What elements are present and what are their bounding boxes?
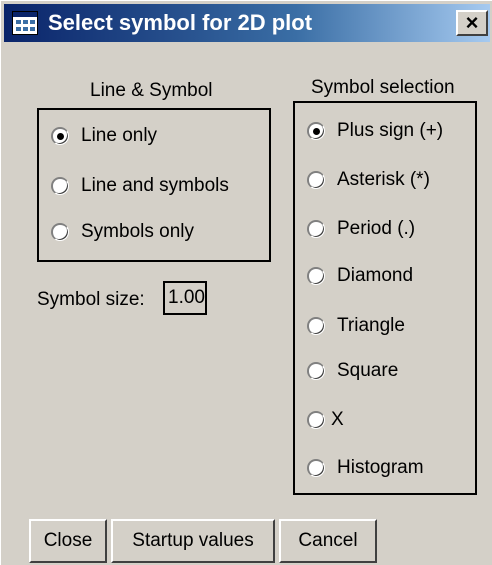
radio-button-icon[interactable] — [307, 459, 325, 477]
radio-label: Line only — [81, 125, 158, 146]
radio-triangle[interactable]: Triangle — [307, 312, 405, 340]
radio-line-and-symbols[interactable]: Line and symbols — [51, 172, 229, 200]
radio-x[interactable]: X — [307, 406, 344, 434]
line-symbol-group: Line only Line and symbols Symbols only — [37, 108, 271, 262]
title-bar[interactable]: Select symbol for 2D plot × — [4, 4, 490, 42]
radio-label: Diamond — [337, 265, 414, 286]
symbol-selection-group: Plus sign (+) Asterisk (*) Period (.) Di… — [293, 101, 477, 495]
startup-values-button[interactable]: Startup values — [111, 519, 275, 563]
radio-button-icon[interactable] — [307, 411, 325, 429]
symbol-size-label: Symbol size: — [37, 289, 145, 310]
radio-label: Line and symbols — [81, 175, 229, 196]
radio-button-icon[interactable] — [307, 171, 325, 189]
dialog-window: Select symbol for 2D plot × Line & Symbo… — [0, 0, 492, 565]
close-icon: × — [465, 10, 479, 35]
radio-label: Square — [337, 360, 399, 381]
radio-button-icon[interactable] — [307, 317, 325, 335]
radio-button-icon[interactable] — [307, 267, 325, 285]
window-title: Select symbol for 2D plot — [48, 10, 313, 35]
line-symbol-group-label: Line & Symbol — [90, 80, 213, 101]
radio-button-icon[interactable] — [307, 362, 325, 380]
close-window-button[interactable]: × — [456, 10, 488, 36]
radio-button-icon[interactable] — [307, 220, 325, 238]
radio-label: X — [331, 409, 344, 430]
radio-label: Triangle — [337, 315, 405, 336]
radio-line-only[interactable]: Line only — [51, 122, 157, 150]
radio-histogram[interactable]: Histogram — [307, 454, 424, 482]
radio-label: Symbols only — [81, 221, 194, 242]
radio-button-icon[interactable] — [307, 122, 325, 140]
radio-button-icon[interactable] — [51, 127, 69, 145]
cancel-button[interactable]: Cancel — [279, 519, 377, 563]
radio-plus-sign[interactable]: Plus sign (+) — [307, 117, 443, 145]
radio-period[interactable]: Period (.) — [307, 215, 415, 243]
window-app-icon[interactable] — [12, 11, 38, 35]
radio-label: Histogram — [337, 457, 424, 478]
radio-label: Plus sign (+) — [337, 120, 444, 141]
radio-label: Asterisk (*) — [337, 169, 430, 190]
radio-symbols-only[interactable]: Symbols only — [51, 218, 194, 246]
symbol-size-input[interactable] — [163, 281, 207, 315]
symbol-selection-group-label: Symbol selection — [311, 77, 455, 98]
radio-label: Period (.) — [337, 218, 416, 239]
radio-button-icon[interactable] — [51, 177, 69, 195]
radio-square[interactable]: Square — [307, 357, 398, 385]
radio-diamond[interactable]: Diamond — [307, 262, 413, 290]
close-button[interactable]: Close — [29, 519, 107, 563]
radio-button-icon[interactable] — [51, 223, 69, 241]
radio-asterisk[interactable]: Asterisk (*) — [307, 166, 430, 194]
